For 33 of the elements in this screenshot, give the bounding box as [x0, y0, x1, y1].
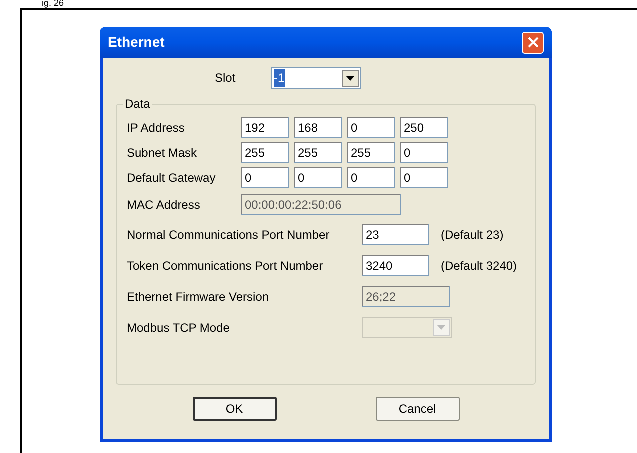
octet-field[interactable]: 0	[241, 167, 289, 188]
field-label: Default Gateway	[127, 170, 216, 184]
dialog-button[interactable]: OK	[192, 397, 276, 421]
dialog-button[interactable]: Cancel	[376, 397, 460, 421]
octet-field[interactable]: 255	[294, 142, 342, 163]
field-label: MAC Address	[127, 198, 200, 212]
octet-field[interactable]: 255	[241, 142, 289, 163]
field-label: IP Address	[127, 120, 185, 134]
octet-field[interactable]: 192	[241, 117, 289, 138]
default-note: (Default 3240)	[441, 258, 518, 274]
slot-value: -1	[274, 69, 285, 87]
slot-dropdown[interactable]: -1	[271, 67, 361, 89]
octet-field[interactable]: 0	[294, 167, 342, 188]
port-field[interactable]: 23	[362, 224, 429, 245]
close-icon	[528, 37, 538, 48]
field-label: Token Communications Port Number	[127, 258, 324, 272]
octet-field[interactable]: 0	[400, 167, 448, 188]
close-button[interactable]	[522, 32, 544, 54]
octet-field[interactable]: 168	[294, 117, 342, 138]
octet-field[interactable]: 250	[400, 117, 448, 138]
field-label: Modbus TCP Mode	[127, 320, 230, 334]
octet-field[interactable]: 0	[347, 167, 395, 188]
octet-field[interactable]: 0	[347, 117, 395, 138]
field-label: Subnet Mask	[127, 146, 198, 160]
window-title: Ethernet	[108, 33, 165, 52]
port-field[interactable]: 3240	[362, 255, 429, 276]
slot-label: Slot	[215, 70, 237, 87]
field-label: Normal Communications Port Number	[127, 228, 330, 242]
octet-field[interactable]: 0	[400, 142, 448, 163]
field-label: Ethernet Firmware Version	[127, 290, 270, 304]
octet-field[interactable]: 255	[347, 142, 395, 163]
default-note: (Default 23)	[441, 226, 504, 244]
group-title: Data	[123, 97, 152, 111]
